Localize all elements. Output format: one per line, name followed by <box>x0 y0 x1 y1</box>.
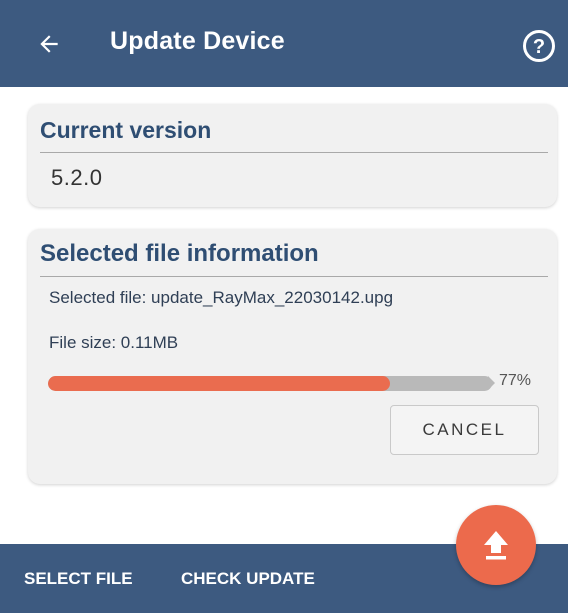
help-button[interactable]: ? <box>522 29 556 63</box>
divider <box>40 276 548 277</box>
current-version-value: 5.2.0 <box>51 165 103 190</box>
current-version-title: Current version <box>40 117 212 143</box>
svg-text:?: ? <box>533 36 545 58</box>
page-title: Update Device <box>110 27 285 55</box>
progress-percent: 77% <box>499 372 532 389</box>
selected-file-card: Selected file information Selected file:… <box>28 229 557 484</box>
selected-file-name: Selected file: update_RayMax_22030142.up… <box>49 288 394 307</box>
app-bar: Update Device ? <box>0 0 568 87</box>
cancel-button[interactable]: CANCEL <box>390 405 539 455</box>
back-button[interactable] <box>34 29 64 59</box>
file-size: File size: 0.11MB <box>49 333 179 352</box>
divider <box>40 152 548 153</box>
upload-progress-fill <box>48 376 390 391</box>
upload-icon <box>484 531 508 560</box>
current-version-card: Current version 5.2.0 <box>28 104 557 207</box>
upload-progress-bar <box>48 376 492 391</box>
upload-fab-button[interactable] <box>456 505 536 585</box>
check-update-button[interactable]: CHECK UPDATE <box>181 569 315 589</box>
help-circle-icon: ? <box>523 30 555 62</box>
arrow-left-icon <box>40 35 58 53</box>
select-file-button[interactable]: SELECT FILE <box>24 569 133 589</box>
selected-file-title: Selected file information <box>40 240 319 267</box>
progress-arrow-icon <box>488 376 495 390</box>
